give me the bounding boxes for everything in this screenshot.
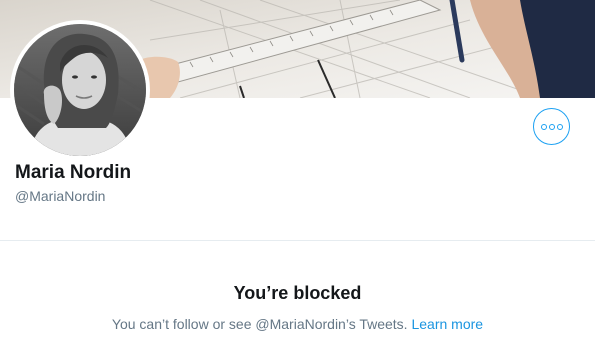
blocked-title: You’re blocked — [233, 283, 362, 303]
avatar[interactable] — [14, 24, 146, 156]
blocked-message-row: You can’t follow or see @MariaNordin’s T… — [0, 316, 595, 332]
profile-handle: @MariaNordin — [15, 188, 106, 204]
more-horizontal-icon — [540, 123, 547, 130]
more-options-button[interactable] — [533, 108, 570, 145]
avatar-border — [10, 20, 150, 160]
profile-display-name: Maria Nordin — [15, 162, 132, 183]
more-horizontal-icon-dot — [556, 123, 563, 130]
blocked-message: You can’t follow or see @MariaNordin’s T… — [111, 316, 408, 332]
divider — [0, 240, 595, 241]
learn-more-link[interactable]: Learn more — [411, 316, 483, 332]
more-horizontal-icon-dot — [548, 123, 555, 130]
